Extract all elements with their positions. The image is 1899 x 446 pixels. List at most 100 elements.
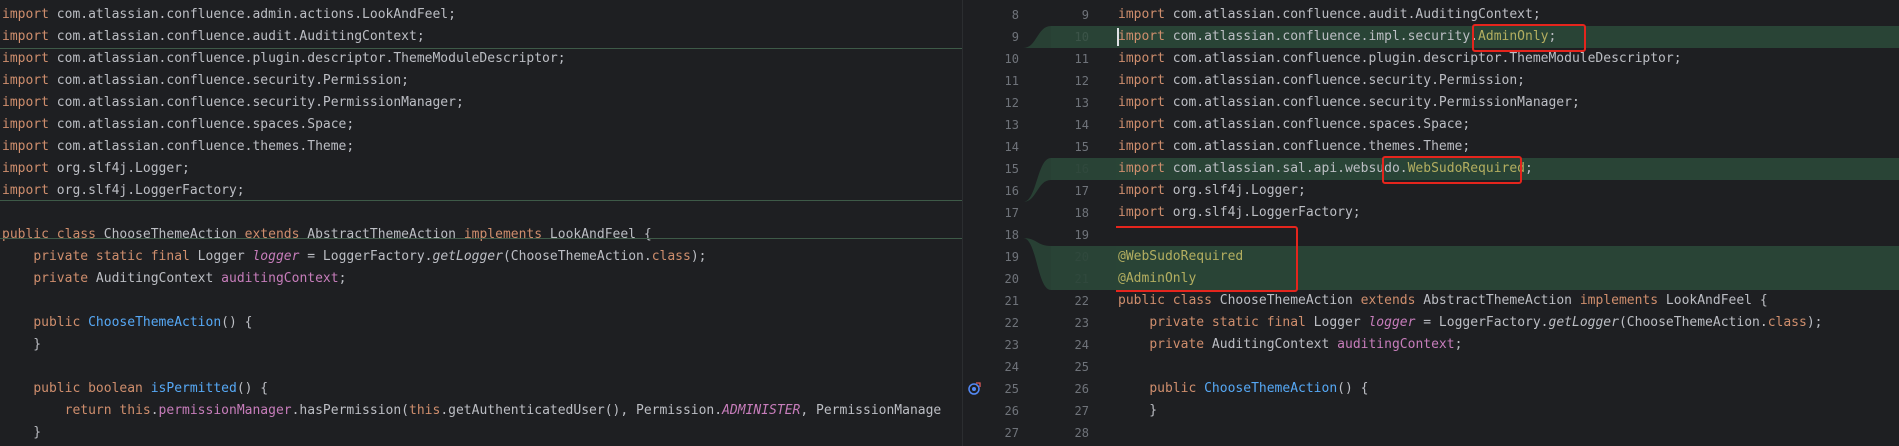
keyword-token: class [651, 249, 691, 264]
keyword-token: implements [463, 227, 543, 242]
keyword-token: implements [1579, 293, 1659, 308]
code-token: ADMINISTER [722, 403, 801, 418]
diff-band [963, 26, 1116, 48]
code-token: com.atlassian.confluence.audit.AuditingC… [48, 29, 425, 44]
code-line[interactable]: import com.atlassian.confluence.spaces.S… [0, 114, 963, 136]
code-line[interactable]: import org.slf4j.Logger; [0, 158, 963, 180]
code-line[interactable]: import com.atlassian.confluence.themes.T… [1116, 136, 1899, 158]
code-token: AbstractThemeAction [1415, 293, 1580, 308]
code-text: import org.slf4j.Logger; [2, 158, 190, 180]
code-text: } [2, 422, 41, 444]
code-line[interactable]: import org.slf4j.LoggerFactory; [0, 180, 963, 202]
code-token: ChooseThemeAction [1204, 381, 1338, 396]
code-line[interactable]: return this.permissionManager.hasPermiss… [0, 400, 963, 422]
code-token: Logger [1305, 315, 1369, 330]
code-text: import com.atlassian.confluence.security… [1118, 92, 1580, 114]
code-line[interactable]: import com.atlassian.confluence.admin.ac… [0, 4, 963, 26]
code-line[interactable] [1116, 422, 1899, 444]
code-line[interactable]: private AuditingContext auditingContext; [1116, 334, 1899, 356]
code-line[interactable] [1116, 356, 1899, 378]
code-token: com.atlassian.confluence.impl.security. [1164, 29, 1479, 44]
code-text: private static final Logger logger = Log… [1118, 312, 1822, 334]
keyword-token: import [1118, 183, 1165, 198]
code-line[interactable] [0, 202, 963, 224]
code-token: } [2, 337, 42, 352]
left-editor-pane[interactable]: import com.atlassian.confluence.admin.ac… [0, 0, 963, 446]
keyword-token: import [1118, 139, 1165, 154]
code-token: getLogger [432, 249, 503, 264]
diff-boundary-line [0, 200, 963, 201]
keyword-token: class [1767, 315, 1807, 330]
keyword-token: import [2, 7, 49, 22]
keyword-token: public [33, 315, 81, 330]
code-text: private static final Logger logger = Log… [2, 246, 706, 268]
code-token: com.atlassian.confluence.security.Permis… [1164, 73, 1525, 88]
code-line[interactable] [0, 290, 963, 312]
code-line[interactable]: import com.atlassian.confluence.security… [0, 92, 963, 114]
keyword-token: import [2, 73, 49, 88]
keyword-token: import [2, 161, 49, 176]
code-token: ; [1454, 337, 1463, 352]
code-token: Logger [189, 249, 253, 264]
code-line[interactable]: public boolean isPermitted() { [0, 378, 963, 400]
code-token: logger [1368, 315, 1416, 330]
code-token: com.atlassian.confluence.admin.actions.L… [48, 7, 456, 22]
code-token: com.atlassian.confluence.security.Permis… [48, 73, 409, 88]
keyword-token: extends [244, 227, 300, 242]
code-line[interactable]: import com.atlassian.confluence.plugin.d… [0, 48, 963, 70]
code-line[interactable]: import com.atlassian.confluence.themes.T… [0, 136, 963, 158]
code-line[interactable]: public ChooseThemeAction() { [1116, 378, 1899, 400]
highlight-box [1472, 24, 1586, 52]
keyword-token: public boolean [33, 381, 143, 396]
code-token: org.slf4j.LoggerFactory; [1164, 205, 1361, 220]
code-token: () { [236, 381, 269, 396]
keyword-token: import [2, 29, 49, 44]
code-line[interactable]: private AuditingContext auditingContext; [0, 268, 963, 290]
code-line[interactable]: import org.slf4j.LoggerFactory; [1116, 202, 1899, 224]
code-text: import com.atlassian.confluence.spaces.S… [1118, 114, 1470, 136]
code-token: com.atlassian.confluence.audit.AuditingC… [1164, 7, 1541, 22]
right-editor-pane[interactable]: import com.atlassian.confluence.audit.Au… [1116, 0, 1899, 446]
keyword-token: public class [1118, 293, 1212, 308]
code-token: . [150, 403, 159, 418]
code-line[interactable]: public ChooseThemeAction() { [0, 312, 963, 334]
code-token: com.atlassian.sal.api.websudo. [1164, 161, 1408, 176]
code-line[interactable] [0, 356, 963, 378]
code-line[interactable]: public class ChooseThemeAction extends A… [0, 224, 963, 246]
code-line[interactable]: } [1116, 400, 1899, 422]
code-token: com.atlassian.confluence.security.Permis… [48, 95, 464, 110]
code-line[interactable]: private static final Logger logger = Log… [0, 246, 963, 268]
code-line[interactable]: import com.atlassian.confluence.spaces.S… [1116, 114, 1899, 136]
diff-band [963, 238, 1116, 290]
code-text: import com.atlassian.confluence.themes.T… [2, 136, 354, 158]
keyword-token: import [2, 95, 49, 110]
code-line[interactable]: import com.atlassian.confluence.security… [0, 70, 963, 92]
code-text: public class ChooseThemeAction extends A… [1118, 290, 1768, 312]
code-line[interactable]: import com.atlassian.confluence.audit.Au… [0, 26, 963, 48]
code-text: import com.atlassian.confluence.spaces.S… [2, 114, 354, 136]
code-text: private AuditingContext auditingContext; [2, 268, 346, 290]
code-text: import com.atlassian.confluence.audit.Au… [1118, 4, 1541, 26]
code-token: isPermitted [150, 381, 237, 396]
code-token: com.atlassian.confluence.themes.Theme; [1164, 139, 1471, 154]
code-line[interactable]: } [0, 334, 963, 356]
code-line[interactable]: import com.atlassian.confluence.audit.Au… [1116, 4, 1899, 26]
keyword-token: import [1118, 205, 1165, 220]
code-line[interactable]: } [0, 422, 963, 444]
keyword-token: import [2, 183, 49, 198]
code-token: org.slf4j.LoggerFactory; [48, 183, 245, 198]
keyword-token: extends [1360, 293, 1416, 308]
code-line[interactable]: import com.atlassian.confluence.security… [1116, 92, 1899, 114]
code-line[interactable]: public class ChooseThemeAction extends A… [1116, 290, 1899, 312]
code-token: } [2, 425, 42, 440]
code-line[interactable]: private static final Logger logger = Log… [1116, 312, 1899, 334]
code-line[interactable]: import com.atlassian.confluence.security… [1116, 70, 1899, 92]
keyword-token: import [1118, 117, 1165, 132]
code-text: import org.slf4j.LoggerFactory; [2, 180, 245, 202]
